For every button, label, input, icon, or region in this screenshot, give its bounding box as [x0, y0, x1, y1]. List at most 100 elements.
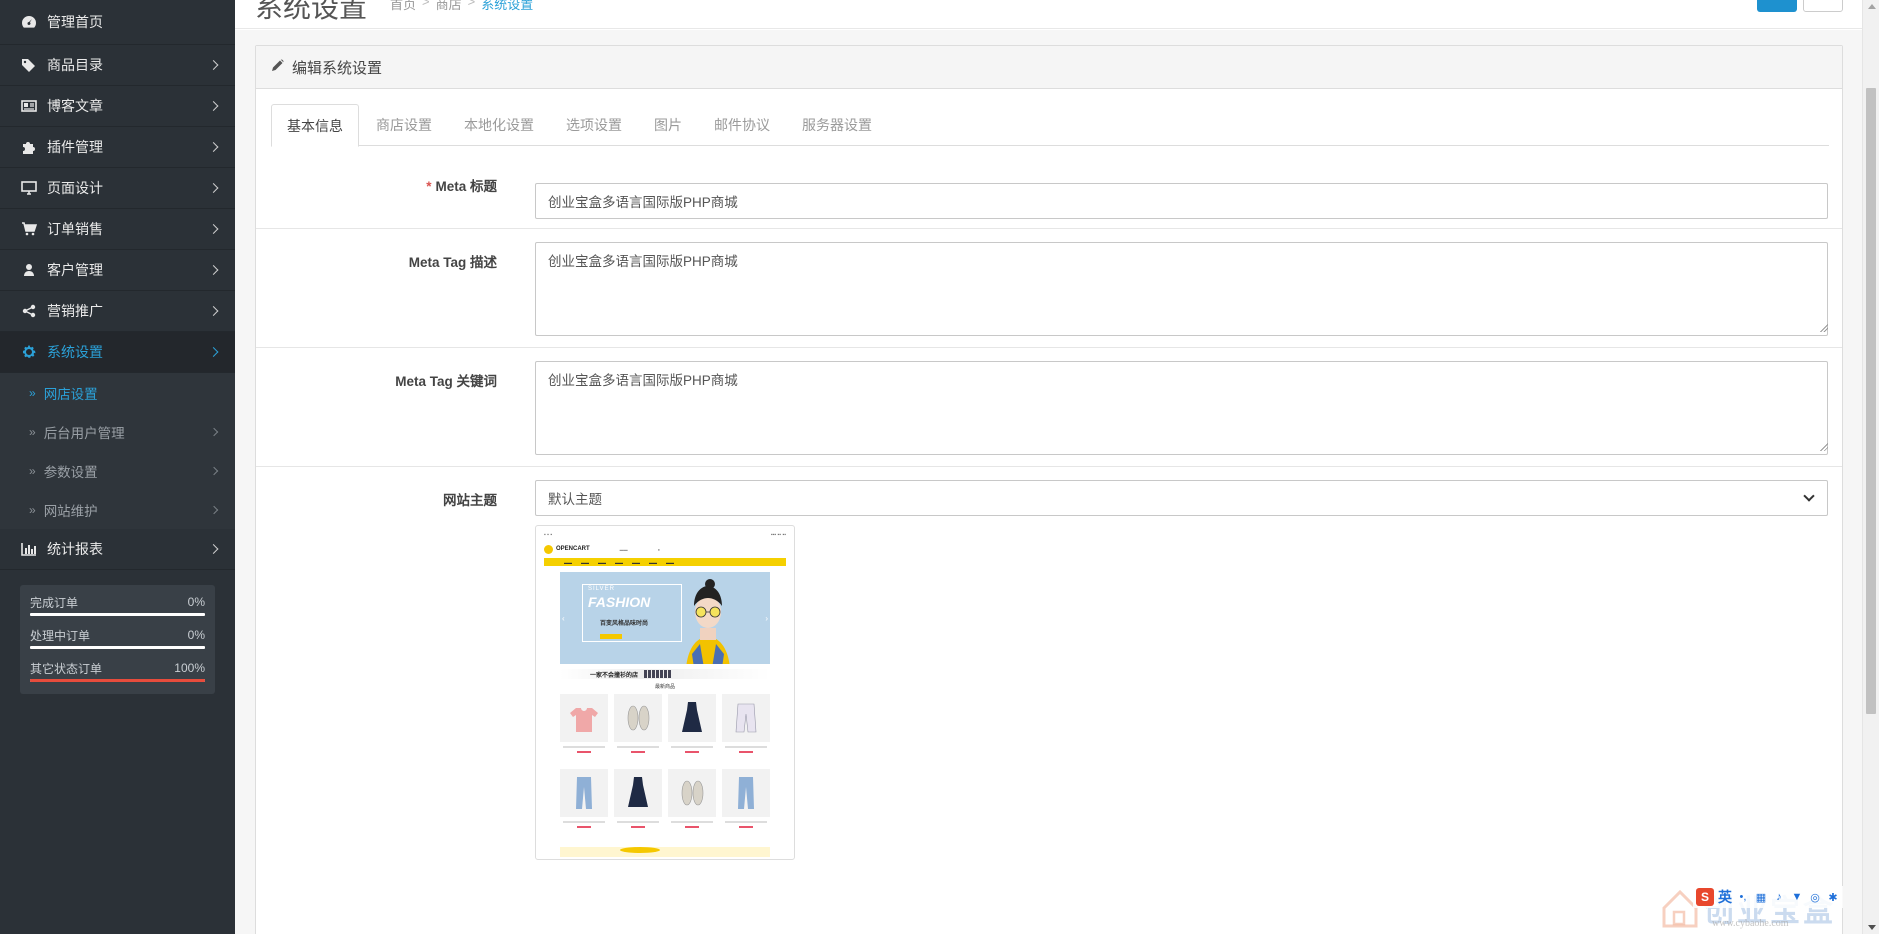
chevron-right-icon [208, 183, 219, 193]
chevron-right-icon [208, 306, 219, 316]
sidebar-item-label: 订单销售 [47, 221, 103, 237]
share-icon [20, 303, 38, 319]
cancel-button[interactable] [1803, 0, 1843, 12]
chevron-down-icon [1803, 490, 1815, 502]
preview-hero-banner: SILVER FASHION 百变风格品味时尚 ‹ › [560, 572, 770, 664]
preview-hero-subtitle: 百变风格品味时尚 [600, 621, 649, 627]
meta-keywords-textarea[interactable] [535, 361, 1828, 455]
preview-logo: OPENCART [544, 544, 590, 554]
page-header: 系统设置 首页 > 商店 > 系统设置 [235, 0, 1862, 29]
sidebar-item-dashboard[interactable]: 管理首页 [0, 0, 235, 45]
preview-product-card [668, 694, 716, 764]
tab-store[interactable]: 商店设置 [361, 104, 447, 146]
stat-value: 100% [174, 661, 205, 675]
stat-label: 处理中订单 [30, 628, 91, 643]
meta-keywords-label: Meta Tag 关键词 [395, 374, 497, 389]
submenu-item-parameters[interactable]: » 参数设置 [0, 451, 235, 490]
preview-logo-text: OPENCART [556, 546, 590, 552]
breadcrumb-separator: > [467, 0, 476, 9]
ime-language-toggle[interactable]: 英 [1718, 887, 1732, 907]
sidebar-item-system[interactable]: 系统设置 [0, 332, 235, 373]
ime-settings-icon[interactable]: ✱ [1826, 890, 1840, 904]
preview-hero-small-text: SILVER [588, 586, 615, 592]
preview-product-card [722, 694, 770, 764]
progress-bar [30, 613, 205, 616]
resize-handle[interactable] [1819, 323, 1828, 332]
meta-title-input[interactable] [535, 183, 1828, 219]
preview-product-card [614, 769, 662, 839]
ime-skin-icon[interactable]: ▼ [1790, 890, 1804, 904]
sidebar-item-label: 营销推广 [47, 303, 103, 319]
tab-server[interactable]: 服务器设置 [787, 104, 887, 146]
sidebar-item-catalog[interactable]: 商品目录 [0, 45, 235, 86]
sidebar-item-blog[interactable]: 博客文章 [0, 86, 235, 127]
sidebar-item-label: 页面设计 [47, 180, 103, 196]
bar-chart-icon [20, 541, 38, 557]
chevron-right-icon [209, 505, 219, 514]
ime-voice-icon[interactable]: ♪ [1772, 890, 1786, 904]
ime-toolbar: S 英 •, ▦ ♪ ▼ ◎ ✱ [1693, 886, 1843, 908]
breadcrumb-current[interactable]: 系统设置 [481, 0, 533, 13]
ime-punctuation-icon[interactable]: •, [1736, 890, 1750, 904]
breadcrumb-home[interactable]: 首页 [390, 0, 416, 13]
stat-label: 完成订单 [30, 595, 79, 610]
scroll-down-icon[interactable] [1868, 925, 1876, 930]
meta-description-label: Meta Tag 描述 [408, 255, 497, 270]
breadcrumb-store[interactable]: 商店 [436, 0, 462, 13]
desktop-icon [20, 180, 38, 196]
settings-panel: 编辑系统设置 基本信息 商店设置 本地化设置 选项设置 图片 邮件协议 服务器设… [255, 45, 1843, 934]
sidebar-item-customers[interactable]: 客户管理 [0, 250, 235, 291]
meta-description-textarea[interactable] [535, 242, 1828, 336]
gear-icon [20, 344, 38, 360]
chevron-right-icon [208, 224, 219, 234]
newspaper-icon [20, 98, 38, 114]
tab-option[interactable]: 选项设置 [551, 104, 637, 146]
preview-section-title: 最新商品 [654, 684, 675, 690]
pencil-icon [271, 59, 284, 75]
preview-logo-row: OPENCART ▬▬ ● [540, 540, 790, 558]
ime-keyboard-icon[interactable]: ▦ [1754, 890, 1768, 904]
page-scrollbar[interactable] [1862, 0, 1879, 934]
progress-bar [30, 646, 205, 649]
stat-label: 其它状态订单 [30, 661, 103, 676]
submenu-item-store-settings[interactable]: » 网店设置 [0, 373, 235, 412]
dashboard-icon [20, 14, 38, 30]
sidebar-item-sales[interactable]: 订单销售 [0, 209, 235, 250]
tab-image[interactable]: 图片 [639, 104, 697, 146]
main-content: 编辑系统设置 基本信息 商店设置 本地化设置 选项设置 图片 邮件协议 服务器设… [235, 30, 1862, 934]
tab-general[interactable]: 基本信息 [271, 104, 359, 147]
tab-mail[interactable]: 邮件协议 [699, 104, 785, 146]
form-group-meta-description: Meta Tag 描述 [256, 230, 1842, 348]
chevron-right-icon [208, 265, 219, 275]
ime-logo-icon[interactable]: S [1696, 888, 1714, 906]
preview-nav: ▬▬ ▬▬ ▬▬ ▬▬ ▬▬ ▬▬ ▬▬ [544, 558, 786, 566]
stat-value: 0% [187, 595, 205, 609]
chevron-right-icon [208, 347, 219, 357]
preview-hero-title: FASHION [588, 594, 651, 610]
sidebar-item-marketing[interactable]: 营销推广 [0, 291, 235, 332]
ime-tools-icon[interactable]: ◎ [1808, 890, 1822, 904]
preview-product-card [560, 694, 608, 764]
preview-promo-text: 一家不会撞衫的店 [590, 672, 639, 679]
double-chevron-icon: » [29, 463, 36, 478]
chevron-right-icon [209, 427, 219, 436]
form-group-meta-keywords: Meta Tag 关键词 [256, 349, 1842, 467]
chevron-right-icon [208, 544, 219, 554]
scroll-up-icon[interactable] [1868, 4, 1876, 9]
preview-product-grid [560, 694, 770, 839]
chevron-right-icon [208, 142, 219, 152]
submenu-item-label: 网店设置 [43, 386, 98, 402]
sidebar-item-design[interactable]: 页面设计 [0, 168, 235, 209]
tab-localisation[interactable]: 本地化设置 [449, 104, 549, 146]
scrollbar-thumb[interactable] [1866, 88, 1876, 714]
stat-processing: 处理中订单 0% [30, 624, 205, 649]
resize-handle[interactable] [1819, 442, 1828, 451]
theme-select[interactable]: 默认主题 [535, 480, 1828, 516]
submenu-item-maintenance[interactable]: » 网站维护 [0, 490, 235, 529]
submenu-item-admin-users[interactable]: » 后台用户管理 [0, 412, 235, 451]
sidebar-item-extensions[interactable]: 插件管理 [0, 127, 235, 168]
save-button[interactable] [1757, 0, 1797, 12]
sidebar-item-reports[interactable]: 统计报表 [0, 529, 235, 570]
double-chevron-icon: » [29, 502, 36, 517]
chevron-right-icon [208, 60, 219, 70]
